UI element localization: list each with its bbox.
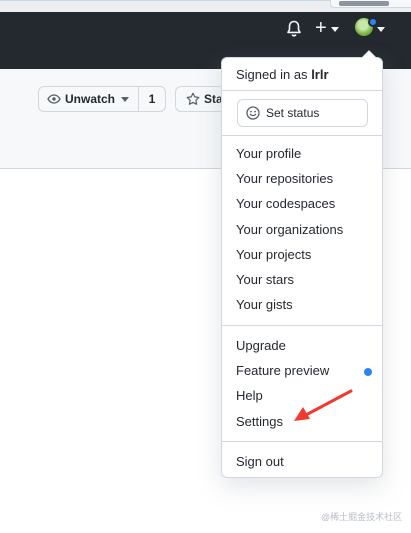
chevron-down-icon[interactable] [377,27,385,32]
signed-in-prefix: Signed in as [236,67,308,82]
tab-title-placeholder [339,1,389,6]
signed-in-as: Signed in as lrlr [236,67,329,82]
menu-item-your-repositories[interactable]: Your repositories [236,171,333,186]
menu-divider [222,90,382,91]
create-new-plus-icon[interactable]: + [315,18,327,38]
feature-preview-dot-icon [364,368,372,376]
menu-item-your-gists[interactable]: Your gists [236,297,293,312]
menu-item-upgrade[interactable]: Upgrade [236,338,286,353]
watch-button-group: Unwatch 1 [38,86,166,112]
menu-divider [222,441,382,442]
menu-divider [222,135,382,136]
chevron-down-icon [121,96,130,102]
menu-item-your-profile[interactable]: Your profile [236,146,301,161]
annotation-arrow-icon [294,389,353,421]
watch-count[interactable]: 1 [139,86,166,112]
chevron-down-icon[interactable] [331,27,339,32]
set-status-button[interactable]: Set status [237,99,368,127]
bell-icon[interactable] [286,20,302,38]
unwatch-button[interactable]: Unwatch [38,86,139,112]
eye-icon [47,94,61,104]
browser-top-strip [0,0,411,12]
star-icon [186,92,200,105]
notification-dot-icon [368,17,378,27]
set-status-label: Set status [266,106,320,120]
menu-item-your-organizations[interactable]: Your organizations [236,222,343,237]
watermark: @稀土掘金技术社区 [321,512,403,522]
menu-item-your-stars[interactable]: Your stars [236,272,294,287]
unwatch-label: Unwatch [65,92,116,106]
menu-divider [222,325,382,326]
menu-item-your-codespaces[interactable]: Your codespaces [236,196,335,211]
menu-item-your-projects[interactable]: Your projects [236,247,311,262]
smiley-icon [246,106,260,120]
menu-item-help[interactable]: Help [236,388,263,403]
menu-item-sign-out[interactable]: Sign out [236,454,284,469]
menu-item-settings[interactable]: Settings [236,414,283,429]
browser-tab[interactable] [330,0,411,8]
menu-caret [362,51,376,58]
username: lrlr [311,67,329,82]
menu-item-feature-preview[interactable]: Feature preview [236,363,329,378]
